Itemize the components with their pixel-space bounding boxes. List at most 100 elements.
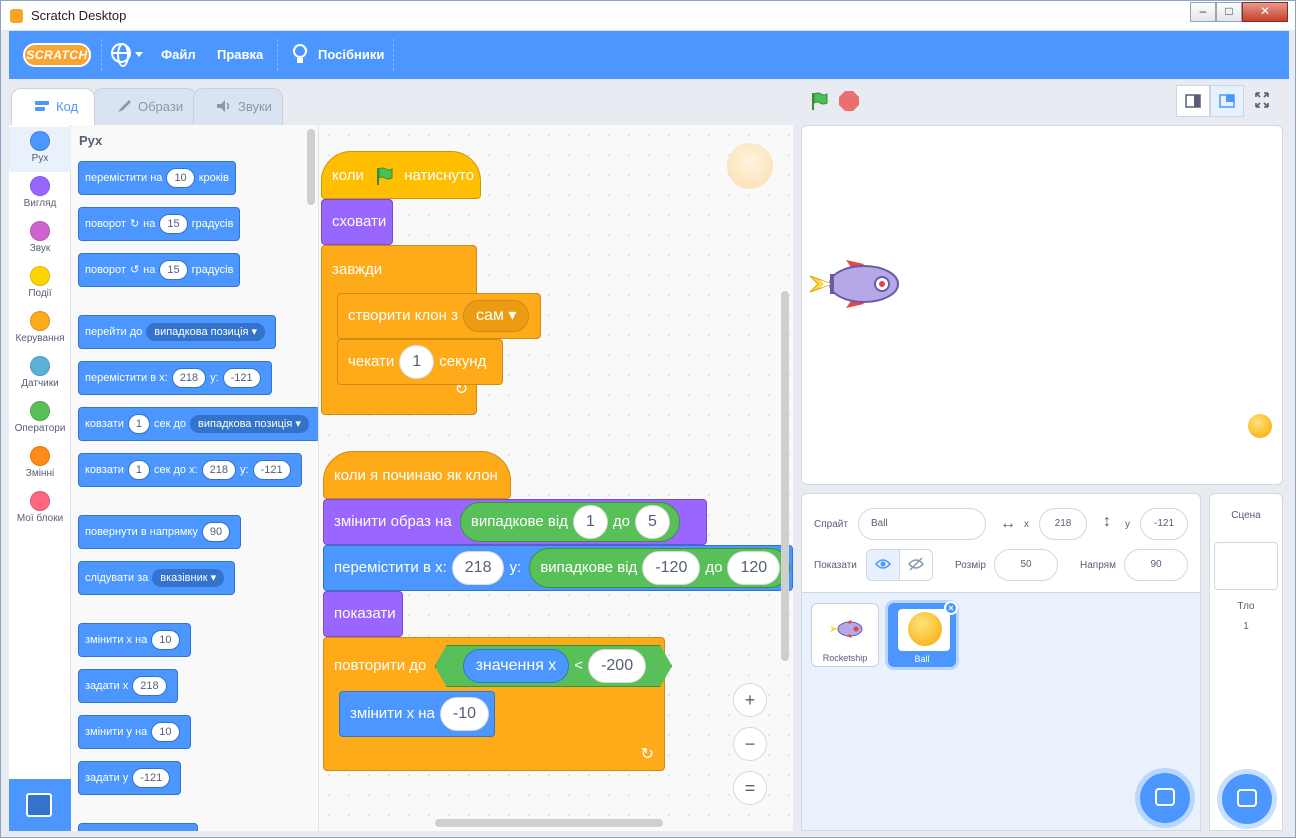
- zoom-reset-button[interactable]: =: [733, 771, 767, 805]
- turn-right-block[interactable]: поворот ↻ на 15 градусів: [78, 207, 241, 241]
- menu-bar: SCRATCH Файл Правка Посібники: [9, 31, 1289, 79]
- maximize-button[interactable]: □: [1216, 2, 1242, 22]
- category-operators[interactable]: Оператори: [9, 397, 71, 442]
- point-in-direction-block[interactable]: повернути в напрямку 90: [78, 515, 242, 549]
- zoom-in-button[interactable]: +: [733, 683, 767, 717]
- loop-arrow-icon: ↻: [640, 746, 654, 763]
- close-button[interactable]: ✕: [1242, 2, 1288, 22]
- fullscreen-button[interactable]: [1246, 85, 1280, 117]
- x-input[interactable]: 218: [1039, 508, 1087, 540]
- green-flag-icon[interactable]: [809, 91, 829, 111]
- go-to-xy-block[interactable]: перемістити в x: 218 y: -121: [78, 361, 272, 395]
- switch-costume-block[interactable]: змінити образ на випадкове від 1 до 5: [323, 499, 707, 545]
- rocketship-sprite[interactable]: [806, 252, 902, 316]
- window-title: Scratch Desktop: [31, 8, 127, 23]
- y-arrows-icon: ↕: [1103, 513, 1111, 530]
- category-looks[interactable]: Вигляд: [9, 172, 71, 217]
- eye-icon: [875, 559, 891, 570]
- change-y-block[interactable]: змінити у на 10: [78, 715, 191, 749]
- tutorials-lightbulb-icon: [293, 44, 307, 63]
- move-steps-block[interactable]: перемістити на 10 кроків: [78, 161, 236, 195]
- app-window: Scratch Desktop – □ ✕ SCRATCH Файл Правк…: [0, 0, 1296, 838]
- glide-to-xy-block[interactable]: ковзати 1 сек до x: 218 y: -121: [78, 453, 302, 487]
- tutorials-menu[interactable]: Посібники: [318, 47, 384, 62]
- category-events[interactable]: Події: [9, 262, 71, 307]
- script-horizontal-scrollbar[interactable]: [435, 819, 663, 827]
- size-input[interactable]: 50: [994, 549, 1058, 581]
- palette-title: Рух: [79, 133, 103, 148]
- tab-sounds[interactable]: Звуки: [193, 88, 283, 125]
- extension-icon: [26, 793, 52, 817]
- change-x-block[interactable]: змінити х на 10: [78, 623, 191, 657]
- add-sprite-button[interactable]: [1140, 773, 1190, 823]
- go-to-block[interactable]: перейти до випадкова позиція ▾: [78, 315, 277, 349]
- tab-costumes[interactable]: Образи: [93, 88, 197, 125]
- tab-code[interactable]: Код: [11, 88, 95, 125]
- set-y-block[interactable]: задати у -121: [78, 761, 182, 795]
- editor-tabs: Код Образи Звуки: [9, 79, 1289, 125]
- x-arrows-icon: ↔: [1000, 515, 1016, 532]
- cat-plus-icon: [1155, 788, 1175, 806]
- backdrop-thumbnail: [1214, 542, 1278, 590]
- set-x-block[interactable]: задати х 218: [78, 669, 178, 703]
- code-icon: [35, 101, 49, 111]
- script-area[interactable]: коли натиснуто сховати завжди ↻ створити…: [319, 125, 793, 831]
- wait-block[interactable]: чекати 1 секунд: [337, 339, 503, 385]
- scratch-logo[interactable]: SCRATCH: [23, 43, 91, 67]
- category-menu: Рух Вигляд Звук Події Керування Датчики …: [9, 125, 71, 831]
- fullscreen-icon: [1255, 92, 1269, 108]
- add-backdrop-button[interactable]: [1222, 774, 1272, 824]
- direction-input[interactable]: 90: [1124, 549, 1188, 581]
- sprite-name-input[interactable]: Ball: [858, 508, 986, 540]
- stop-icon[interactable]: [839, 91, 859, 111]
- file-menu[interactable]: Файл: [161, 47, 196, 62]
- normal-stage-icon: [1219, 94, 1235, 108]
- rotate-left-icon: ↺: [129, 264, 140, 276]
- stage-selector[interactable]: Сцена Тло 1: [1209, 493, 1283, 831]
- zoom-out-button[interactable]: −: [733, 727, 767, 761]
- delete-sprite-icon[interactable]: ×: [944, 601, 958, 615]
- palette-scrollbar[interactable]: [307, 129, 315, 205]
- sprite-info-panel: Спрайт Ball ↔ x 218 ↕ y -121 Показати Ро…: [801, 493, 1201, 593]
- title-bar: Scratch Desktop – □ ✕: [1, 1, 1295, 31]
- brush-icon: [118, 100, 131, 112]
- hide-block[interactable]: сховати: [321, 199, 393, 245]
- when-flag-clicked-block[interactable]: коли натиснуто: [321, 151, 481, 199]
- category-motion[interactable]: Рух: [9, 127, 71, 172]
- sprite-tile-rocketship[interactable]: Rocketship: [811, 603, 879, 667]
- add-extension-button[interactable]: [9, 779, 71, 831]
- go-to-xy-random-block[interactable]: перемістити в x: 218 y: випадкове від -120 д…: [323, 545, 793, 591]
- rotate-right-icon: ↻: [129, 218, 140, 230]
- language-globe-icon[interactable]: [111, 43, 131, 67]
- turn-left-block[interactable]: поворот ↺ на 15 градусів: [78, 253, 241, 287]
- sprite-list: Rocketship Ball ×: [801, 593, 1201, 831]
- green-flag-icon: [377, 167, 393, 186]
- change-x-block[interactable]: змінити х на -10: [339, 691, 495, 737]
- rocketship-thumbnail: [820, 608, 872, 650]
- point-towards-block[interactable]: слідувати за вказівник ▾: [78, 561, 236, 595]
- category-sensing[interactable]: Датчики: [9, 352, 71, 397]
- ball-sprite[interactable]: [1248, 414, 1272, 438]
- y-input[interactable]: -121: [1140, 508, 1188, 540]
- category-sound[interactable]: Звук: [9, 217, 71, 262]
- show-hidden-button[interactable]: [899, 549, 933, 581]
- when-start-as-clone-block[interactable]: коли я починаю як клон: [323, 451, 511, 499]
- category-control[interactable]: Керування: [9, 307, 71, 352]
- edit-menu[interactable]: Правка: [217, 47, 263, 62]
- category-my-blocks[interactable]: Мої блоки: [9, 487, 71, 532]
- category-variables[interactable]: Змінні: [9, 442, 71, 487]
- small-stage-button[interactable]: [1176, 85, 1210, 117]
- normal-stage-button[interactable]: [1210, 85, 1244, 117]
- partial-block[interactable]: [78, 823, 198, 831]
- minimize-button[interactable]: –: [1190, 2, 1216, 22]
- script-vertical-scrollbar[interactable]: [781, 291, 789, 661]
- image-plus-icon: [1237, 789, 1257, 807]
- create-clone-block[interactable]: створити клон з сам ▾: [337, 293, 541, 339]
- block-palette: Рух перемістити на 10 кроків поворот ↻ на 15 г…: [71, 125, 319, 831]
- sprite-tile-ball[interactable]: Ball ×: [888, 601, 958, 667]
- stage[interactable]: [801, 125, 1283, 485]
- ball-thumbnail: [898, 609, 950, 651]
- glide-to-block[interactable]: ковзати 1 сек до випадкова позиція ▾: [78, 407, 318, 441]
- show-visible-button[interactable]: [866, 549, 900, 581]
- show-block[interactable]: показати: [323, 591, 403, 637]
